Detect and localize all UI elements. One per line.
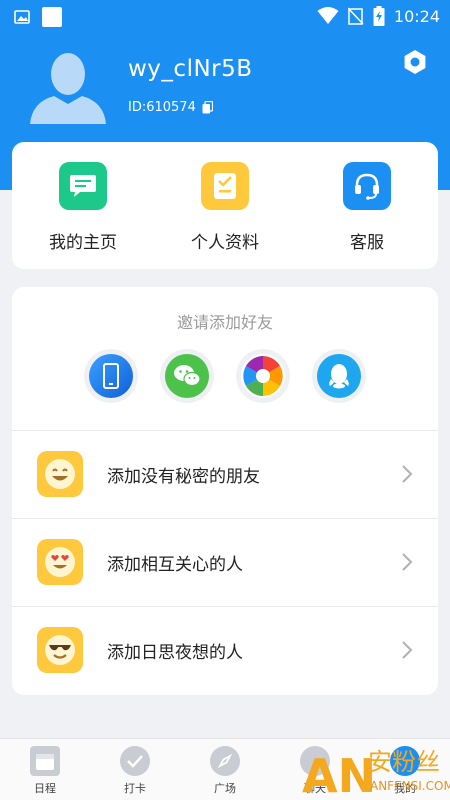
- moments-icon: [241, 354, 285, 398]
- share-qq-button[interactable]: [312, 349, 366, 403]
- my-homepage-label: 我的主页: [49, 233, 117, 253]
- share-phone-contacts-button[interactable]: [84, 349, 138, 403]
- friend-row-mutual-care[interactable]: 添加相互关心的人: [12, 518, 438, 606]
- customer-service-button[interactable]: 客服: [296, 142, 438, 269]
- watermark-brand: 安粉丝: [368, 748, 440, 776]
- battery-icon: [373, 6, 385, 26]
- username: wy_clNr5B: [128, 56, 253, 82]
- avatar[interactable]: [28, 44, 108, 124]
- heart-eyes-emoji-icon: [37, 539, 83, 585]
- wifi-icon: [317, 7, 339, 24]
- phone-contacts-icon: [89, 354, 133, 398]
- profile-doc-icon: [201, 162, 249, 210]
- status-bar: 10:24: [0, 0, 450, 32]
- tab-checkin[interactable]: 打卡: [90, 739, 180, 800]
- qq-icon: [317, 354, 361, 398]
- status-time: 10:24: [393, 6, 440, 26]
- watermark-logo-text: AN: [302, 749, 376, 800]
- chevron-right-icon: [402, 553, 413, 571]
- watermark-url: ANFENSI.COM: [370, 779, 450, 793]
- customer-service-label: 客服: [350, 233, 384, 253]
- share-channels: [84, 349, 366, 403]
- chevron-right-icon: [402, 641, 413, 659]
- profile-info-button[interactable]: 个人资料: [154, 142, 296, 269]
- signal-off-icon: [347, 7, 364, 25]
- invite-friends-card: 邀请添加好友 添加没有秘密的朋友 添加相互关心的人 添加日思夜想的人: [12, 287, 438, 695]
- chevron-right-icon: [402, 465, 413, 483]
- tab-label: 日程: [34, 782, 56, 795]
- gallery-notification-icon: [14, 10, 30, 24]
- friend-row-miss-day-night[interactable]: 添加日思夜想的人: [12, 606, 438, 694]
- compass-icon: [210, 746, 240, 776]
- watermark-logo: AN 安粉丝 ANFENSI.COM: [302, 748, 450, 800]
- settings-icon[interactable]: [401, 48, 429, 76]
- app-notification-icon: [42, 7, 62, 27]
- friend-row-label: 添加没有秘密的朋友: [107, 467, 260, 487]
- headset-icon: [343, 162, 391, 210]
- copy-icon[interactable]: [202, 101, 213, 114]
- quick-actions-card: 我的主页 个人资料 客服: [12, 142, 438, 269]
- profile-info-label: 个人资料: [191, 233, 259, 253]
- tab-label: 打卡: [124, 782, 146, 795]
- user-id: ID:610574: [128, 100, 213, 115]
- smile-emoji-icon: [37, 451, 83, 497]
- chat-bubble-icon: [59, 162, 107, 210]
- tab-plaza[interactable]: 广场: [180, 739, 270, 800]
- user-id-text: ID:610574: [128, 100, 196, 115]
- wechat-icon: [165, 354, 209, 398]
- friend-row-no-secrets[interactable]: 添加没有秘密的朋友: [12, 430, 438, 518]
- check-icon: [120, 746, 150, 776]
- sunglasses-emoji-icon: [37, 627, 83, 673]
- invite-title: 邀请添加好友: [176, 313, 273, 332]
- calendar-icon: [30, 746, 60, 776]
- tab-schedule[interactable]: 日程: [0, 739, 90, 800]
- share-wechat-button[interactable]: [160, 349, 214, 403]
- share-moments-button[interactable]: [236, 349, 290, 403]
- friend-row-label: 添加相互关心的人: [107, 555, 243, 575]
- friend-row-label: 添加日思夜想的人: [107, 643, 243, 663]
- my-homepage-button[interactable]: 我的主页: [12, 142, 154, 269]
- tab-label: 广场: [214, 782, 236, 795]
